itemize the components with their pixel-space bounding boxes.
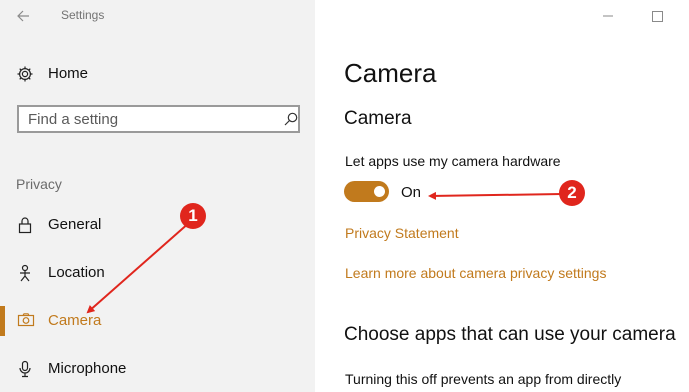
- home-label: Home: [48, 65, 89, 82]
- lock-icon: [17, 216, 33, 239]
- annotation-badge-1: 1: [180, 203, 206, 229]
- toggle-knob: [374, 186, 385, 197]
- apps-description: Turning this off prevents an app from di…: [345, 371, 622, 387]
- section-title-privacy: Privacy: [16, 176, 62, 192]
- sidebar-item-label: Location: [48, 264, 105, 281]
- home-nav-item[interactable]: Home: [0, 60, 315, 88]
- search-box[interactable]: [17, 105, 300, 133]
- search-icon[interactable]: [283, 111, 299, 132]
- sidebar-item-location[interactable]: Location: [0, 258, 315, 288]
- maximize-button[interactable]: [644, 5, 670, 27]
- minimize-button[interactable]: [595, 5, 621, 27]
- sidebar-item-label: Microphone: [48, 360, 127, 377]
- section-subheading: Camera: [344, 108, 412, 129]
- camera-access-toggle[interactable]: [344, 181, 389, 202]
- annotation-badge-2: 2: [559, 180, 585, 206]
- annotation-arrow-2: [428, 191, 563, 200]
- sidebar-item-general[interactable]: General: [0, 210, 315, 240]
- active-indicator: [0, 306, 5, 336]
- sidebar-item-microphone[interactable]: Microphone: [0, 354, 315, 384]
- apps-heading: Choose apps that can use your camera: [344, 324, 676, 345]
- minimize-icon: [603, 15, 613, 17]
- search-input[interactable]: [19, 107, 269, 131]
- sidebar-item-camera[interactable]: Camera: [0, 306, 315, 336]
- learn-more-link[interactable]: Learn more about camera privacy settings: [345, 265, 606, 281]
- back-button[interactable]: [12, 5, 36, 27]
- maximize-icon: [652, 11, 663, 22]
- camera-icon: [17, 312, 35, 333]
- location-person-icon: [17, 264, 33, 287]
- sidebar-item-label: Camera: [48, 312, 102, 329]
- sidebar: Settings Home Privacy: [0, 0, 315, 392]
- sidebar-item-label: General: [48, 216, 102, 233]
- gear-icon: [16, 65, 34, 88]
- toggle-state-label: On: [401, 184, 422, 201]
- back-arrow-icon: [17, 10, 29, 22]
- privacy-statement-link[interactable]: Privacy Statement: [345, 225, 459, 241]
- page-title: Camera: [344, 58, 437, 88]
- microphone-icon: [17, 360, 33, 383]
- window-title: Settings: [61, 8, 105, 22]
- camera-access-label: Let apps use my camera hardware: [345, 153, 561, 169]
